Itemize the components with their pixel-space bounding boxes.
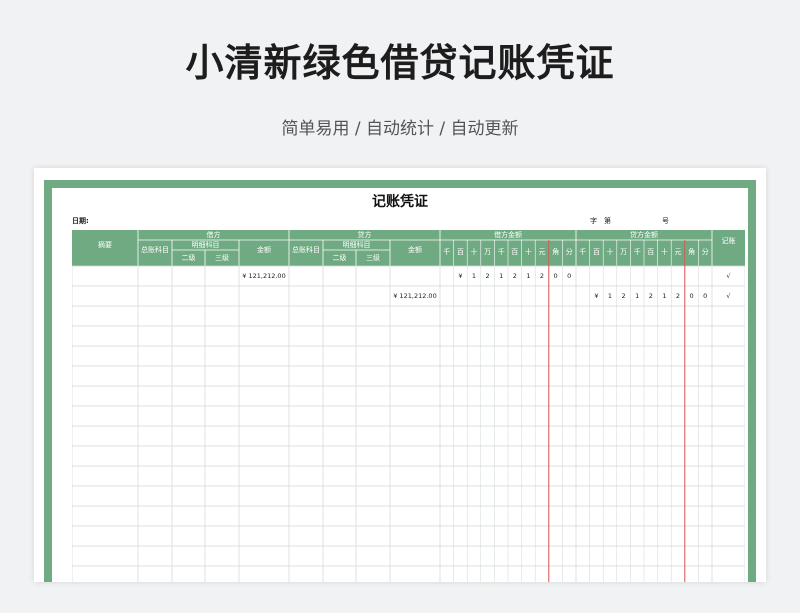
debit-digit-header: 元 [538, 248, 546, 256]
credit-digit-cell: 2 [648, 292, 653, 300]
credit-amount-cell: ¥ 121,212.00 [393, 292, 437, 300]
credit-digit-cell: 1 [635, 292, 640, 300]
header-credit-detail: 明细科目 [342, 241, 371, 249]
debit-digit-cell: 0 [567, 272, 572, 280]
credit-digit-header: 百 [647, 248, 655, 256]
debit-digit-cell: 2 [512, 272, 517, 280]
credit-digit-header: 万 [620, 248, 628, 256]
header-credit-general: 总账科目 [292, 246, 320, 254]
header-debit-general: 总账科目 [141, 246, 169, 254]
debit-digit-header: 角 [552, 248, 560, 256]
credit-digit-header: 十 [660, 248, 668, 256]
credit-digit-cell: 2 [621, 292, 626, 300]
voucher-card: 记账凭证 日期: 字 第 号 摘要 借方 总账科目 明细科目 二级 三级 金额 … [34, 168, 766, 582]
header-credit: 贷方 [357, 231, 372, 239]
debit-digit-cell: 2 [485, 272, 490, 280]
posted-check: √ [726, 292, 731, 300]
credit-digit-header: 分 [701, 248, 709, 256]
debit-digit-header: 十 [524, 248, 532, 256]
debit-digit-cell: ¥ [458, 272, 463, 280]
debit-digit-header: 千 [443, 248, 451, 256]
voucher-title: 记账凭证 [372, 194, 428, 210]
credit-digit-cell: 0 [689, 292, 694, 300]
green-frame: 记账凭证 日期: 字 第 号 摘要 借方 总账科目 明细科目 二级 三级 金额 … [44, 180, 756, 582]
posted-check: √ [726, 272, 731, 280]
debit-digit-header: 千 [497, 248, 505, 256]
header-debit: 借方 [206, 231, 221, 239]
debit-digit-header: 十 [470, 248, 478, 256]
zi-label: 字 [590, 217, 597, 225]
credit-digit-header: 元 [674, 248, 682, 256]
debit-digit-cell: 1 [526, 272, 531, 280]
credit-digit-header: 千 [633, 248, 641, 256]
credit-digit-header: 十 [606, 248, 614, 256]
header-debit-level3: 三级 [215, 254, 229, 262]
debit-digit-header: 百 [511, 248, 519, 256]
debit-digit-header: 万 [484, 248, 492, 256]
debit-digit-cell: 2 [539, 272, 545, 280]
header-credit-level3: 三级 [366, 254, 380, 262]
header-debit-level2: 二级 [181, 254, 196, 262]
header-summary: 摘要 [98, 241, 112, 249]
debit-digit-cell: 1 [471, 272, 477, 280]
credit-digit-cell: 1 [662, 292, 667, 300]
credit-digit-cell: ¥ [594, 292, 599, 300]
debit-digit-header: 百 [456, 248, 464, 256]
credit-digit-cell: 2 [675, 292, 681, 300]
credit-digit-cell: 0 [703, 292, 708, 300]
header-debit-amount: 金额 [257, 246, 271, 254]
page-subtitle: 简单易用 / 自动统计 / 自动更新 [281, 119, 519, 139]
header-debit-amount-digits: 借方金额 [494, 231, 522, 239]
voucher-sheet: 记账凭证 日期: 字 第 号 摘要 借方 总账科目 明细科目 二级 三级 金额 … [52, 188, 748, 582]
credit-digit-header: 百 [592, 248, 600, 256]
debit-digit-cell: 1 [499, 272, 504, 280]
date-label: 日期: [72, 217, 89, 225]
header-credit-amount-digits: 贷方金额 [630, 231, 658, 239]
header-credit-amount: 金额 [408, 246, 422, 254]
credit-digit-header: 角 [688, 248, 696, 256]
voucher-grid-lines [72, 230, 745, 582]
page-title: 小清新绿色借贷记账凭证 [185, 41, 615, 85]
voucher-table: 摘要 借方 总账科目 明细科目 二级 三级 金额 贷方 总账科目 明细科目 二级… [72, 230, 745, 582]
header-posted: 记账 [721, 237, 736, 245]
di-label: 第 [604, 217, 611, 225]
header-debit-detail: 明细科目 [191, 241, 220, 249]
debit-digit-header: 分 [565, 248, 573, 256]
debit-digit-cell: 0 [553, 272, 558, 280]
credit-digit-cell: 1 [607, 292, 613, 300]
hao-label: 号 [662, 217, 669, 225]
header-credit-level2: 二级 [332, 254, 347, 262]
credit-digit-header: 千 [579, 248, 587, 256]
debit-amount-cell: ¥ 121,212.00 [242, 272, 286, 280]
